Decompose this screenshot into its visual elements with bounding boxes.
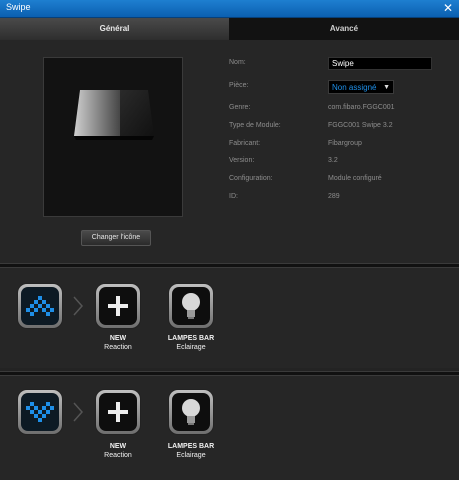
plus-icon bbox=[108, 296, 128, 316]
action-title: LAMPES BAR bbox=[167, 443, 215, 450]
gesture-up-tile[interactable] bbox=[18, 284, 62, 328]
info-label: Type de Module: bbox=[229, 122, 281, 129]
room-label: Pièce: bbox=[229, 82, 249, 89]
action-caption: LAMPES BAR Eclairage bbox=[151, 442, 231, 460]
info-value: com.fibaro.FGGC001 bbox=[328, 104, 395, 111]
new-reaction-caption: NEW Reaction bbox=[78, 442, 158, 460]
action-subtitle: Eclairage bbox=[176, 452, 206, 459]
name-field[interactable] bbox=[328, 57, 432, 70]
swipe-device-icon bbox=[74, 90, 154, 140]
new-reaction-title: NEW bbox=[109, 443, 127, 450]
plus-icon bbox=[108, 402, 128, 422]
info-value: Fibargroup bbox=[328, 140, 362, 147]
info-label: Version: bbox=[229, 157, 255, 164]
new-reaction-subtitle: Reaction bbox=[104, 452, 132, 459]
gesture-scene-up: NEW Reaction LAMPES BAR Eclairage bbox=[0, 268, 459, 368]
action-caption: LAMPES BAR Eclairage bbox=[151, 334, 231, 352]
chevron-right-icon bbox=[73, 402, 84, 422]
light-bulb-icon bbox=[182, 293, 200, 319]
gesture-down-tile[interactable] bbox=[18, 390, 62, 434]
info-value: 289 bbox=[328, 193, 340, 200]
window-title: Swipe bbox=[6, 2, 31, 12]
chevron-right-icon bbox=[73, 296, 84, 316]
name-label: Nom: bbox=[229, 59, 246, 66]
new-reaction-button[interactable] bbox=[96, 284, 140, 328]
chevron-down-icon: ▼ bbox=[383, 84, 390, 91]
action-lampes-bar[interactable] bbox=[169, 284, 213, 328]
info-label: Configuration: bbox=[229, 175, 273, 182]
info-value: 3.2 bbox=[328, 157, 338, 164]
new-reaction-title: NEW bbox=[109, 335, 127, 342]
tab-advanced[interactable]: Avancé bbox=[229, 18, 459, 40]
info-label: Fabricant: bbox=[229, 140, 261, 147]
action-subtitle: Eclairage bbox=[176, 344, 206, 351]
gesture-scene-down: NEW Reaction LAMPES BAR Eclairage bbox=[0, 376, 459, 480]
info-label: ID: bbox=[229, 193, 238, 200]
new-reaction-caption: NEW Reaction bbox=[78, 334, 158, 352]
device-icon-preview bbox=[43, 57, 183, 217]
light-bulb-icon bbox=[182, 399, 200, 425]
title-bar: Swipe ✕ bbox=[0, 0, 459, 18]
tab-bar: Général Avancé bbox=[0, 18, 459, 40]
change-icon-button[interactable]: Changer l'icône bbox=[81, 230, 151, 246]
room-select-value: Non assigné bbox=[332, 83, 377, 92]
new-reaction-subtitle: Reaction bbox=[104, 344, 132, 351]
tab-general[interactable]: Général bbox=[0, 18, 229, 40]
action-lampes-bar[interactable] bbox=[169, 390, 213, 434]
gesture-down-icon bbox=[26, 402, 54, 422]
close-icon[interactable]: ✕ bbox=[443, 0, 453, 17]
action-title: LAMPES BAR bbox=[167, 335, 215, 342]
info-value: FGGC001 Swipe 3.2 bbox=[328, 122, 393, 129]
general-panel: Changer l'icône Nom: Pièce: Non assigné … bbox=[0, 40, 459, 263]
room-select[interactable]: Non assigné ▼ bbox=[328, 80, 394, 94]
gesture-up-icon bbox=[26, 296, 54, 316]
info-value: Module configuré bbox=[328, 175, 382, 182]
info-label: Genre: bbox=[229, 104, 251, 111]
new-reaction-button[interactable] bbox=[96, 390, 140, 434]
